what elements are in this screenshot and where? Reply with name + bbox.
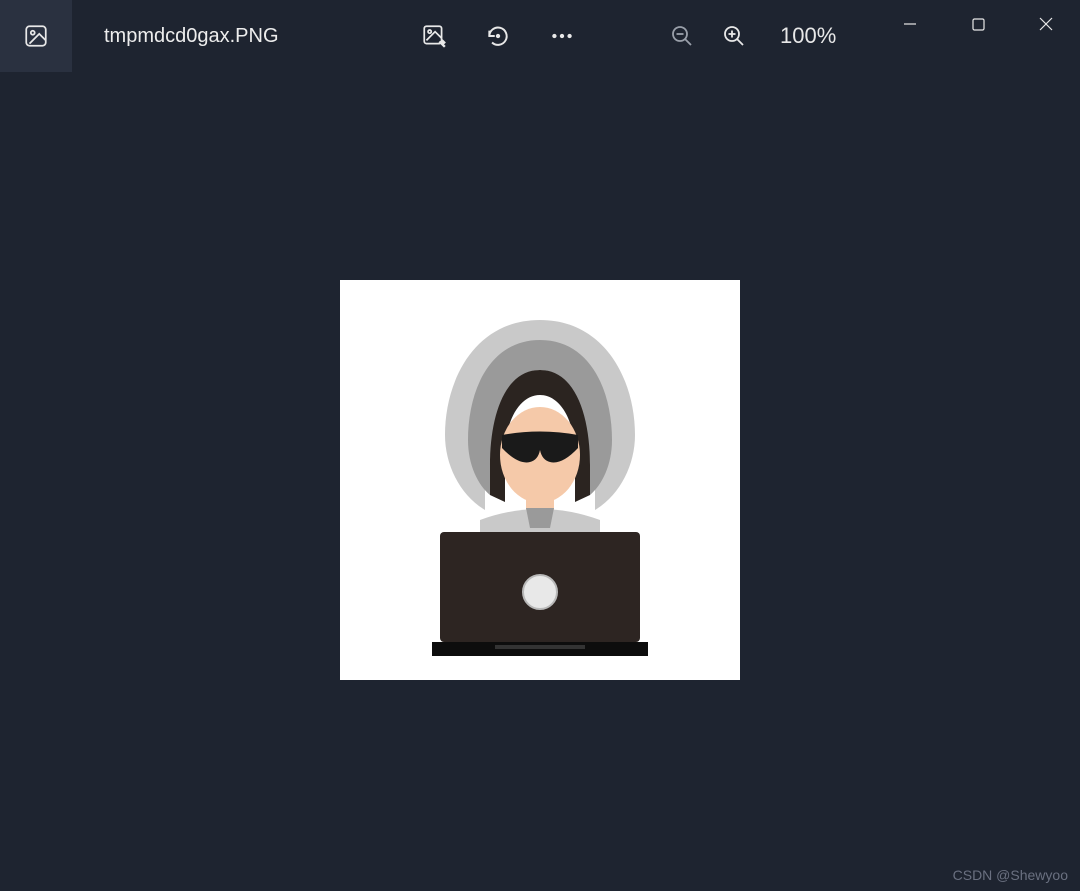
close-button[interactable]: [1012, 0, 1080, 48]
more-icon: [549, 23, 575, 49]
maximize-icon: [972, 18, 985, 31]
zoom-out-button[interactable]: [668, 22, 696, 50]
titlebar: tmpmdcd0gax.PNG: [0, 0, 1080, 72]
displayed-image: [340, 280, 740, 680]
center-toolbar: [420, 0, 576, 72]
watermark: CSDN @Shewyoo: [953, 867, 1068, 883]
more-button[interactable]: [548, 22, 576, 50]
photos-app-icon: [23, 23, 49, 49]
file-title: tmpmdcd0gax.PNG: [104, 25, 279, 48]
minimize-button[interactable]: [876, 0, 944, 48]
zoom-level[interactable]: 100%: [780, 23, 836, 49]
rotate-icon: [485, 23, 511, 49]
zoom-out-icon: [670, 24, 694, 48]
minimize-icon: [903, 17, 917, 31]
hacker-illustration: [340, 280, 740, 680]
image-viewport[interactable]: [4, 72, 1076, 887]
edit-image-button[interactable]: [420, 22, 448, 50]
app-icon-button[interactable]: [0, 0, 72, 72]
close-icon: [1039, 17, 1053, 31]
zoom-controls: 100%: [668, 0, 836, 72]
edit-image-icon: [421, 23, 447, 49]
zoom-in-icon: [722, 24, 746, 48]
zoom-in-button[interactable]: [720, 22, 748, 50]
window-controls: [876, 0, 1080, 48]
maximize-button[interactable]: [944, 0, 1012, 48]
rotate-button[interactable]: [484, 22, 512, 50]
